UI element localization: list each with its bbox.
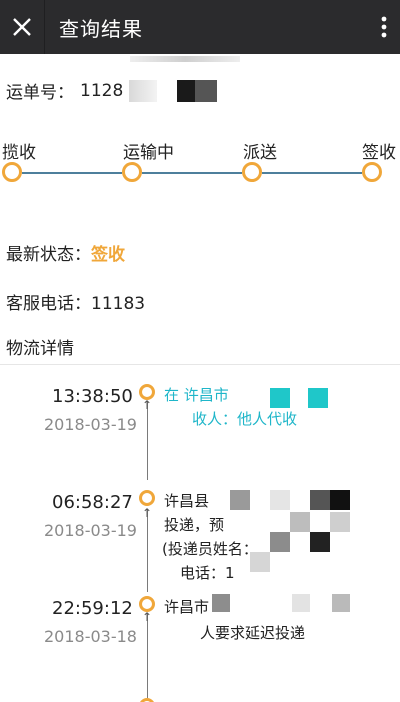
more-button[interactable] <box>374 0 394 54</box>
redacted-block <box>310 490 330 510</box>
redacted-block <box>212 594 230 612</box>
latest-status: 最新状态：签收 <box>6 240 125 265</box>
divider <box>0 364 400 365</box>
step-label-delivery: 派送 <box>243 143 277 163</box>
timeline-dot <box>139 596 155 612</box>
event-detail: 投递，预 <box>164 516 225 534</box>
redacted-block <box>195 79 218 102</box>
page: 查询结果 运单号： 1128 揽收 运输中 派送 签收 最新状态：签收 客服电话… <box>0 0 400 702</box>
timeline-line <box>147 510 148 592</box>
redacted-block <box>308 388 328 408</box>
redacted-block <box>310 532 330 552</box>
event-date: 2018-03-18 <box>44 627 137 646</box>
progress-dot <box>2 162 22 182</box>
timeline-dot <box>139 698 155 702</box>
redacted-block <box>129 79 158 102</box>
waybill-row: 运单号： 1128 <box>6 78 218 103</box>
event-time: 13:38:50 <box>52 386 133 407</box>
event-time: 06:58:27 <box>52 492 133 513</box>
header-divider <box>44 0 45 54</box>
event-time: 22:59:12 <box>52 598 133 619</box>
event-location: 在 许昌市 <box>164 386 229 404</box>
redacted-block <box>332 594 350 612</box>
timeline-line <box>147 614 148 698</box>
page-title: 查询结果 <box>59 16 143 41</box>
service-phone[interactable]: 客服电话：11183 <box>6 289 145 314</box>
waybill-label: 运单号： <box>6 83 74 103</box>
redacted-block <box>292 594 310 612</box>
top-bar: 查询结果 <box>0 0 400 54</box>
progress-dot <box>242 162 262 182</box>
step-label-signed: 签收 <box>362 143 396 163</box>
timeline-line <box>147 402 148 480</box>
more-vertical-icon <box>381 16 387 38</box>
timeline-dot <box>139 384 155 400</box>
status-label: 最新状态： <box>6 245 91 265</box>
close-icon <box>13 18 31 36</box>
arrow-up-icon: ↑ <box>142 610 153 624</box>
progress-dot <box>362 162 382 182</box>
redacted-block <box>290 512 310 532</box>
redacted-block <box>130 56 240 62</box>
status-value: 签收 <box>91 245 125 265</box>
progress-dot <box>122 162 142 182</box>
event-date: 2018-03-19 <box>44 521 137 540</box>
redacted-block <box>250 552 270 572</box>
event-location: 许昌市 <box>164 598 210 616</box>
event-detail: 人要求延迟投递 <box>200 624 306 642</box>
waybill-number: 1128 <box>80 80 124 101</box>
step-label-transit: 运输中 <box>123 143 174 163</box>
event-detail: 收人：他人代收 <box>192 410 298 428</box>
timeline-dot <box>139 490 155 506</box>
event-detail: 电话：1 <box>180 564 235 582</box>
step-label-pickup: 揽收 <box>2 143 36 163</box>
logistics-details-title: 物流详情 <box>6 339 74 359</box>
redacted-block <box>270 490 290 510</box>
redacted-block <box>330 512 350 532</box>
redacted-block <box>230 490 250 510</box>
event-date: 2018-03-19 <box>44 415 137 434</box>
close-button[interactable] <box>0 0 44 54</box>
event-location: 许昌县 <box>164 492 210 510</box>
progress-line <box>142 172 242 174</box>
progress-line <box>22 172 122 174</box>
event-detail: (投递员姓名： <box>162 540 258 558</box>
progress-line <box>262 172 362 174</box>
arrow-up-icon: ↑ <box>142 506 153 520</box>
redacted-block <box>270 388 290 408</box>
redacted-block <box>270 532 290 552</box>
redacted-block <box>330 490 350 510</box>
arrow-up-icon: ↑ <box>142 398 153 412</box>
redacted-block <box>177 79 196 102</box>
